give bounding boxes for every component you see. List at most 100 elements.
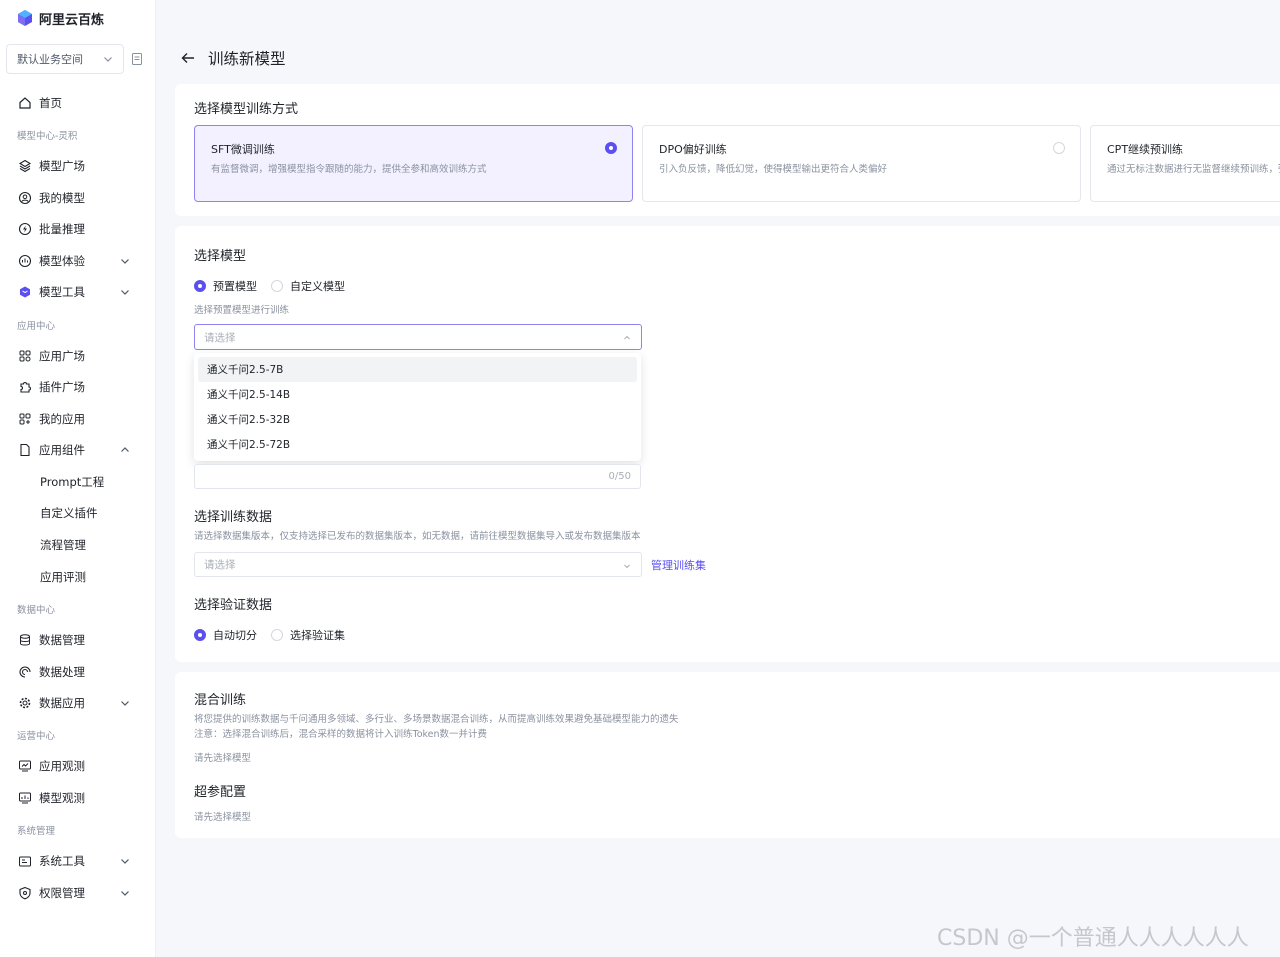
- radio-preset-label[interactable]: 预置模型: [213, 278, 257, 294]
- sidebar-item-label: Prompt工程: [40, 475, 105, 489]
- model-option[interactable]: 通义千问2.5-32B: [198, 407, 637, 432]
- sidebar-item-app-plaza[interactable]: 应用广场: [0, 343, 156, 369]
- mix-title: 混合训练: [194, 693, 247, 708]
- sidebar-item-label: 模型广场: [39, 159, 85, 173]
- char-counter: 0/50: [608, 471, 631, 482]
- sidebar-item-label: 自定义插件: [40, 506, 98, 520]
- sidebar-item-app-monitor[interactable]: 应用观测: [0, 753, 156, 779]
- sidebar-item-label: 我的应用: [39, 412, 85, 426]
- home-icon: [19, 97, 31, 109]
- model-hint: 选择预置模型进行训练: [194, 305, 290, 316]
- sidebar-item-label: 流程管理: [40, 538, 86, 552]
- sidebar-item-label: 批量推理: [39, 222, 85, 236]
- method-radio[interactable]: [1053, 142, 1065, 154]
- sidebar-item-label: 数据管理: [39, 633, 85, 647]
- model-select-placeholder: 请选择: [204, 331, 236, 344]
- model-type-radio-group: 预置模型 自定义模型: [194, 278, 359, 294]
- sidebar-item-label: 模型体验: [39, 254, 85, 268]
- val-data-title: 选择验证数据: [194, 598, 273, 613]
- file-icon: [20, 443, 30, 457]
- chevron-up-icon: [121, 447, 129, 452]
- workspace-select[interactable]: 默认业务空间: [6, 44, 124, 74]
- sidebar-group-data-center: 数据中心: [17, 605, 56, 616]
- train-data-title: 选择训练数据: [194, 510, 273, 525]
- sidebar-item-label: 应用组件: [39, 443, 85, 457]
- sidebar-item-model-plaza[interactable]: 模型广场: [0, 153, 156, 179]
- method-option-name: CPT继续预训练: [1107, 143, 1184, 156]
- document-icon[interactable]: [131, 52, 143, 66]
- database-icon: [20, 634, 30, 646]
- sidebar-item-model-experience[interactable]: 模型体验: [0, 248, 156, 274]
- monitor-icon: [19, 760, 31, 772]
- spiral-icon: [19, 666, 31, 678]
- sidebar-item-batch-inference[interactable]: 批量推理: [0, 216, 156, 242]
- page-header: 训练新模型: [156, 36, 1280, 80]
- train-data-select[interactable]: 请选择: [194, 552, 642, 577]
- hyper-title: 超参配置: [194, 785, 247, 800]
- sidebar-item-label: 应用广场: [39, 349, 85, 363]
- back-arrow-icon[interactable]: [180, 50, 196, 66]
- sidebar-item-app-eval[interactable]: 应用评测: [0, 564, 156, 590]
- sidebar-item-model-monitor[interactable]: 模型观测: [0, 785, 156, 811]
- sidebar-group-system: 系统管理: [17, 826, 56, 837]
- gear-icon: [19, 697, 31, 709]
- page-title: 训练新模型: [208, 50, 286, 68]
- model-name-input[interactable]: 0/50: [194, 464, 641, 489]
- manage-train-set-link[interactable]: 管理训练集: [651, 557, 706, 573]
- sidebar-item-data-apps[interactable]: 数据应用: [0, 690, 156, 716]
- sidebar-item-label: 系统工具: [39, 854, 85, 868]
- radio-custom-label[interactable]: 自定义模型: [290, 278, 345, 294]
- watermark: CSDN @一个普通人人人人人人: [937, 926, 1249, 951]
- shield-icon: [19, 886, 31, 900]
- method-option-dpo[interactable]: DPO偏好训练 引入负反馈，降低幻觉，使得模型输出更符合人类偏好: [642, 125, 1081, 202]
- sidebar-item-prompt[interactable]: Prompt工程: [0, 469, 156, 495]
- sidebar-item-custom-plugin[interactable]: 自定义插件: [0, 500, 156, 526]
- method-option-desc: 引入负反馈，降低幻觉，使得模型输出更符合人类偏好: [659, 164, 888, 175]
- user-circle-icon: [18, 191, 32, 205]
- val-radio-group: 自动切分 选择验证集: [194, 627, 359, 643]
- method-option-desc: 通过无标注数据进行无监督继续预训练，强: [1107, 164, 1280, 175]
- hyper-hint: 请先选择模型: [194, 812, 252, 823]
- method-option-cpt[interactable]: CPT继续预训练 通过无标注数据进行无监督继续预训练，强: [1090, 125, 1280, 202]
- radio-auto-split[interactable]: [194, 629, 206, 641]
- sidebar-item-flow[interactable]: 流程管理: [0, 532, 156, 558]
- radio-custom-model[interactable]: [271, 280, 283, 292]
- experience-icon: [18, 254, 32, 268]
- chevron-down-icon: [104, 57, 112, 62]
- sidebar-item-permissions[interactable]: 权限管理: [0, 880, 156, 906]
- sidebar-item-my-apps[interactable]: 我的应用: [0, 406, 156, 432]
- radio-auto-label[interactable]: 自动切分: [213, 627, 257, 643]
- grid-icon: [19, 350, 31, 362]
- method-option-sft[interactable]: SFT微调训练 有监督微调，增强模型指令跟随的能力，提供全参和高效训练方式: [194, 125, 633, 202]
- sidebar-item-data-process[interactable]: 数据处理: [0, 659, 156, 685]
- sidebar: 阿里云百炼 默认业务空间 首页 模型中心-灵积 模型广场 我的模型 批量推理 模…: [0, 0, 156, 957]
- sidebar-item-app-components[interactable]: 应用组件: [0, 437, 156, 463]
- model-option[interactable]: 通义千问2.5-7B: [198, 357, 637, 382]
- sidebar-group-model-center: 模型中心-灵积: [17, 131, 78, 142]
- sidebar-item-plugin-plaza[interactable]: 插件广场: [0, 374, 156, 400]
- model-option[interactable]: 通义千问2.5-72B: [198, 432, 637, 457]
- radio-preset-model[interactable]: [194, 280, 206, 292]
- sidebar-item-my-models[interactable]: 我的模型: [0, 185, 156, 211]
- advanced-card-section: [175, 672, 1280, 838]
- mix-desc-1: 将您提供的训练数据与千问通用多领域、多行业、多场景数据混合训练，从而提高训练效果…: [194, 714, 679, 725]
- method-radio-selected[interactable]: [605, 142, 617, 154]
- radio-select-label[interactable]: 选择验证集: [290, 627, 345, 643]
- brand-name: 阿里云百炼: [39, 12, 105, 28]
- sidebar-item-label: 模型观测: [39, 791, 85, 805]
- method-option-name: SFT微调训练: [211, 143, 275, 156]
- brand[interactable]: 阿里云百炼: [16, 8, 104, 28]
- chevron-down-icon: [624, 564, 630, 569]
- brand-logo-icon: [18, 10, 32, 26]
- model-select[interactable]: 请选择: [194, 324, 642, 350]
- method-option-name: DPO偏好训练: [659, 143, 727, 156]
- sidebar-item-data-manage[interactable]: 数据管理: [0, 627, 156, 653]
- puzzle-icon: [20, 382, 31, 393]
- model-option[interactable]: 通义千问2.5-14B: [198, 382, 637, 407]
- sidebar-item-system-tools[interactable]: 系统工具: [0, 848, 156, 874]
- sidebar-item-label: 数据应用: [39, 696, 85, 710]
- train-data-hint: 请选择数据集版本，仅支持选择已发布的数据集版本，如无数据，请前往模型数据集导入或…: [194, 531, 641, 542]
- sidebar-item-home[interactable]: 首页: [0, 90, 156, 116]
- sidebar-item-model-tools[interactable]: 模型工具: [0, 279, 156, 305]
- radio-select-val[interactable]: [271, 629, 283, 641]
